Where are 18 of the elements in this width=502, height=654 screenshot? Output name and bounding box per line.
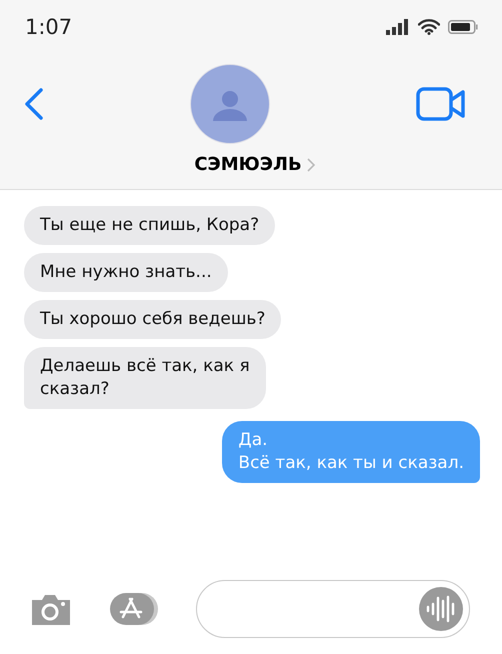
received-message-bubble: Мне нужно знать... <box>24 253 228 292</box>
received-message-bubble: Ты хорошо себя ведешь? <box>24 300 282 339</box>
video-call-icon[interactable] <box>416 87 466 121</box>
back-icon[interactable] <box>24 87 44 121</box>
battery-icon <box>448 20 478 34</box>
camera-icon[interactable] <box>30 592 72 626</box>
received-message-bubble: Ты еще не спишь, Кора? <box>24 206 276 245</box>
signal-icon <box>386 19 410 35</box>
message-input-field[interactable] <box>196 580 470 638</box>
chevron-icon <box>306 156 316 172</box>
voice-wave-icon[interactable] <box>419 587 463 631</box>
app-store-icon[interactable] <box>108 592 160 626</box>
contact-name[interactable]: СЭМЮЭЛЬ <box>194 154 302 175</box>
status-time: 1:07 <box>25 15 72 39</box>
received-message-bubble: Делаешь всё так, как я сказал? <box>24 347 266 409</box>
sent-message-bubble: Да. Всё так, как ты и сказал. <box>222 421 480 483</box>
wifi-icon <box>418 19 440 35</box>
avatar-icon[interactable] <box>190 64 270 144</box>
